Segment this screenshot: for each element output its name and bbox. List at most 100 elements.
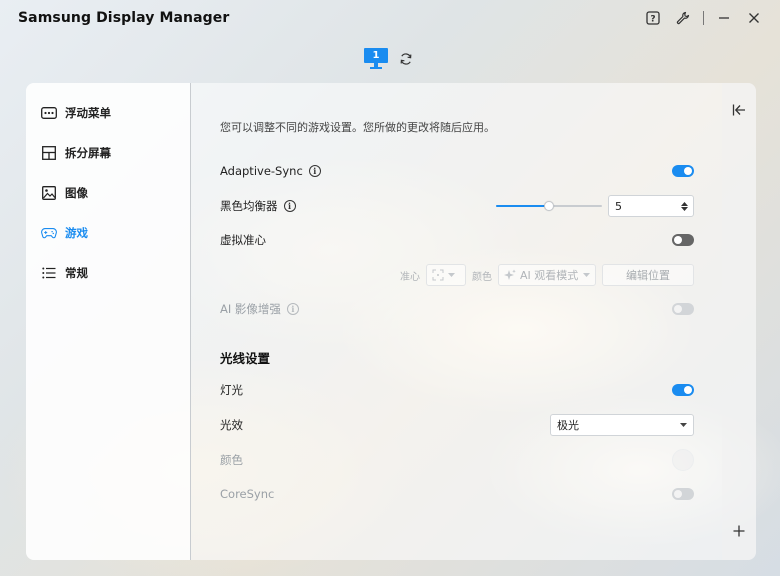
light-toggle[interactable] xyxy=(672,384,694,396)
coresync-label: CoreSync xyxy=(220,487,275,501)
light-effect-controls: 极光 xyxy=(550,413,694,437)
refresh-icon[interactable] xyxy=(396,49,416,69)
monitor-base xyxy=(370,67,382,69)
stepper-up-icon[interactable] xyxy=(681,201,688,206)
adaptive-sync-label: Adaptive-Sync xyxy=(220,164,303,178)
black-equalizer-slider[interactable] xyxy=(496,200,602,212)
sidebar: 浮动菜单 拆分屏幕 图像 游戏 常规 xyxy=(26,83,191,560)
sidebar-item-image[interactable]: 图像 xyxy=(26,173,190,213)
sidebar-item-split-screen[interactable]: 拆分屏幕 xyxy=(26,133,190,173)
virtual-aim-controls xyxy=(672,228,694,252)
list-icon xyxy=(41,265,57,281)
window-controls: ? xyxy=(643,8,764,28)
black-equalizer-label: 黑色均衡器 xyxy=(220,199,278,213)
black-equalizer-stepper[interactable]: 5 xyxy=(608,195,694,217)
light-controls xyxy=(672,378,694,402)
close-icon[interactable] xyxy=(744,8,764,28)
aim-style-label: 准心 xyxy=(400,271,420,283)
light-effect-dropdown[interactable]: 极光 xyxy=(550,414,694,436)
ai-enhance-toggle[interactable] xyxy=(672,303,694,315)
chevron-down-icon xyxy=(680,423,687,427)
image-icon xyxy=(41,185,57,201)
sidebar-item-label: 拆分屏幕 xyxy=(65,146,111,160)
virtual-aim-toggle[interactable] xyxy=(672,234,694,246)
sidebar-item-label: 游戏 xyxy=(65,226,88,240)
coresync-row: CoreSync xyxy=(220,482,694,506)
slider-fill xyxy=(496,205,549,207)
ai-enhance-label: AI 影像增强 xyxy=(220,302,281,316)
toggle-knob xyxy=(674,305,682,313)
light-effect-label: 光效 xyxy=(220,418,243,432)
sidebar-item-label: 常规 xyxy=(65,266,88,280)
light-color-controls xyxy=(672,448,694,472)
sidebar-item-general[interactable]: 常规 xyxy=(26,253,190,293)
app-title: Samsung Display Manager xyxy=(18,10,230,26)
lighting-section-title: 光线设置 xyxy=(220,351,271,366)
virtual-aim-row: 虚拟准心 xyxy=(220,228,694,252)
aim-color-select[interactable]: AI 观看模式 xyxy=(498,264,596,286)
light-color-swatch[interactable] xyxy=(672,449,694,471)
chevron-down-icon xyxy=(448,273,455,277)
black-equalizer-label-group: 黑色均衡器 i xyxy=(220,198,296,214)
collapse-panel-icon[interactable] xyxy=(729,100,749,120)
info-icon[interactable]: i xyxy=(283,200,296,212)
add-icon[interactable] xyxy=(729,521,749,541)
page-description: 您可以调整不同的游戏设置。您所做的更改将随后应用。 xyxy=(220,121,495,134)
toggle-knob xyxy=(674,236,682,244)
monitor-number: 1 xyxy=(364,48,388,63)
virtual-aim-label: 虚拟准心 xyxy=(220,233,266,247)
black-equalizer-row: 黑色均衡器 i 5 xyxy=(220,194,694,218)
monitor-1-button[interactable]: 1 xyxy=(364,48,388,70)
stepper-down-icon[interactable] xyxy=(681,206,688,211)
light-color-label: 颜色 xyxy=(220,453,243,467)
light-label: 灯光 xyxy=(220,383,243,397)
aim-color-label: 颜色 xyxy=(472,271,492,283)
sidebar-item-label: 浮动菜单 xyxy=(65,106,111,120)
info-icon[interactable]: i xyxy=(286,303,299,315)
sidebar-item-label: 图像 xyxy=(65,186,88,200)
crosshair-controls: 准心 颜色 AI 观看模式 编辑位置 xyxy=(400,263,694,287)
stepper-arrows xyxy=(681,201,688,211)
light-effect-row: 光效 极光 xyxy=(220,413,694,437)
adaptive-sync-label-group: Adaptive-Sync i xyxy=(220,164,321,178)
settings-wrench-icon[interactable] xyxy=(673,8,693,28)
game-settings-content: 您可以调整不同的游戏设置。您所做的更改将随后应用。 Adaptive-Sync … xyxy=(192,83,722,560)
stepper-value: 5 xyxy=(615,199,622,213)
light-effect-value: 极光 xyxy=(557,419,579,432)
monitor-selector: 1 xyxy=(0,46,780,72)
ai-enhance-controls xyxy=(672,297,694,321)
gamepad-icon xyxy=(41,225,57,241)
coresync-controls xyxy=(672,482,694,506)
title-bar: Samsung Display Manager ? xyxy=(0,0,780,36)
toggle-knob xyxy=(684,386,692,394)
main-panel: 浮动菜单 拆分屏幕 图像 游戏 常规 您可以调整不同的游戏设置。您所做的更改将随… xyxy=(26,83,756,560)
ai-enhance-label-group: AI 影像增强 i xyxy=(220,301,299,317)
slider-thumb[interactable] xyxy=(544,201,554,211)
black-equalizer-controls: 5 xyxy=(496,194,694,218)
crosshair-icon xyxy=(432,269,444,281)
ai-enhance-row: AI 影像增强 i xyxy=(220,297,694,321)
light-row: 灯光 xyxy=(220,378,694,402)
crosshair-row: 准心 颜色 AI 观看模式 编辑位置 xyxy=(220,263,694,287)
help-icon[interactable]: ? xyxy=(643,8,663,28)
sidebar-item-floating-menu[interactable]: 浮动菜单 xyxy=(26,93,190,133)
toggle-knob xyxy=(674,490,682,498)
aim-style-select[interactable] xyxy=(426,264,466,286)
toggle-knob xyxy=(684,167,692,175)
ai-sparkle-icon xyxy=(504,269,516,280)
controls-divider xyxy=(703,11,704,25)
adaptive-sync-toggle[interactable] xyxy=(672,165,694,177)
chevron-down-icon xyxy=(583,273,590,277)
adaptive-sync-row: Adaptive-Sync i xyxy=(220,159,694,183)
split-screen-icon xyxy=(41,145,57,161)
adaptive-sync-controls xyxy=(672,159,694,183)
light-color-row: 颜色 xyxy=(220,448,694,472)
sidebar-item-game[interactable]: 游戏 xyxy=(26,213,190,253)
right-strip xyxy=(722,83,756,560)
coresync-toggle[interactable] xyxy=(672,488,694,500)
svg-text:?: ? xyxy=(650,15,655,25)
floating-menu-icon xyxy=(41,105,57,121)
minimize-icon[interactable] xyxy=(714,8,734,28)
edit-position-button[interactable]: 编辑位置 xyxy=(602,264,694,286)
info-icon[interactable]: i xyxy=(308,165,321,177)
